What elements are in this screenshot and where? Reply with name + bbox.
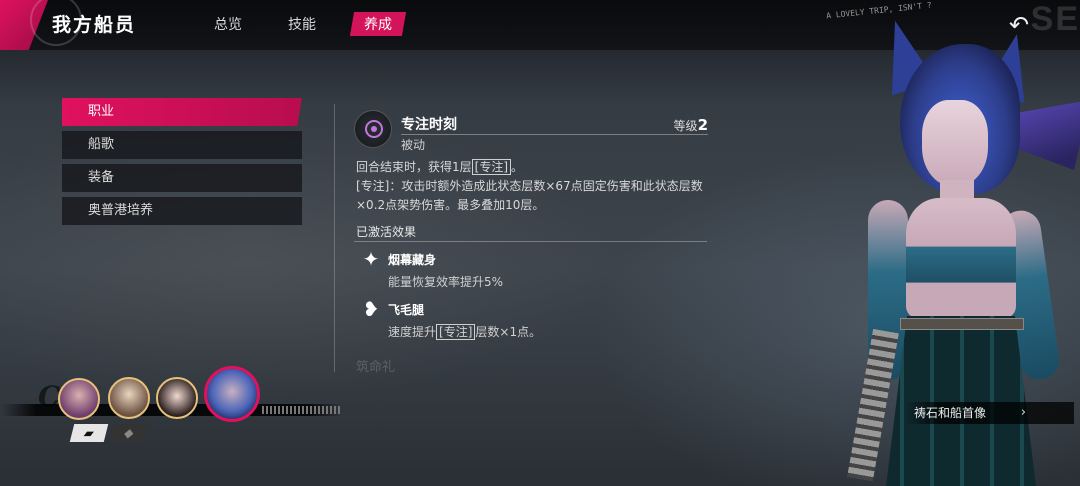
hair-wing-decoration — [1010, 100, 1080, 170]
effect-desc-text: 层数×1点。 — [475, 325, 542, 339]
keyword-tag[interactable]: [专注] — [471, 159, 512, 175]
beast-icon[interactable]: ◆ — [109, 424, 149, 442]
character-avatar-2[interactable] — [108, 377, 150, 419]
active-effects-title: 已激活效果 — [356, 225, 417, 239]
character-face — [922, 100, 988, 186]
character-selector: Co ▰ ◆ — [0, 364, 360, 444]
pirate-hat-icon[interactable]: ▰ — [69, 424, 109, 442]
character-avatar-3[interactable] — [156, 377, 198, 419]
keyword-tag[interactable]: [专注] — [436, 324, 476, 340]
chevron-right-icon: › — [1020, 405, 1026, 420]
skill-type: 被动 — [401, 138, 426, 152]
effect-desc: 速度提升 [专注] 层数×1点。 — [388, 323, 541, 340]
tab-overview[interactable]: 总览 — [214, 14, 242, 34]
character-avatar-selected[interactable] — [204, 366, 260, 422]
effect-desc: 能量恢复效率提升5% — [388, 275, 504, 289]
skill-description: 回合结束时，获得1层 [专注]。 [专注]：攻击时额外造成此状态层数×67点固定伤… — [356, 158, 716, 215]
character-avatar-1[interactable] — [58, 378, 100, 420]
tab-develop[interactable]: 养成 — [349, 12, 407, 36]
menu-item-equipment[interactable]: 装备 — [62, 164, 302, 192]
vertical-divider — [334, 104, 335, 372]
skill-name: 专注时刻 — [401, 117, 457, 133]
character-torso — [906, 198, 1016, 318]
skill-desc-text: 。 — [511, 160, 524, 174]
target-icon — [354, 110, 392, 148]
menu-item-shanty[interactable]: 船歌 — [62, 131, 302, 159]
skill-desc-line-2: [专注]：攻击时额外造成此状态层数×67点固定伤害和此状态层数×0.2点架势伤害… — [356, 179, 703, 212]
page-title: 我方船员 — [52, 14, 137, 36]
winged-heart-icon: ❥ — [362, 297, 380, 321]
skill-level-value: 2 — [697, 116, 708, 134]
skill-name-underline — [401, 134, 708, 135]
skill-level-label: 等级 — [673, 119, 698, 133]
faded-section-title: 筑命礼 — [356, 360, 396, 375]
active-effects-divider — [354, 241, 707, 242]
effect-desc-text: 速度提升 — [388, 325, 437, 339]
menu-item-class[interactable]: 职业 — [62, 98, 302, 126]
tab-develop-label: 养成 — [364, 17, 392, 33]
skill-desc-line-1: 回合结束时，获得1层 [专注]。 — [356, 158, 716, 177]
deco-caption: A LOVELY TRIP, ISN'T ? — [825, 0, 933, 21]
character-belt — [900, 318, 1024, 330]
figurehead-button-label: 祷石和船首像 — [914, 406, 987, 420]
sparkle-icon: ✦ — [362, 247, 380, 271]
character-skirt — [886, 316, 1036, 486]
effect-name: 烟幕藏身 — [388, 253, 437, 267]
figurehead-button[interactable]: 祷石和船首像 › — [904, 402, 1074, 424]
effect-name: 飞毛腿 — [388, 303, 425, 317]
skill-level: 等级2 — [674, 116, 708, 134]
tab-skills[interactable]: 技能 — [288, 14, 316, 34]
side-menu: 职业 船歌 装备 奥普港培养 — [62, 98, 302, 230]
skill-desc-text: 回合结束时，获得1层 — [356, 160, 472, 174]
menu-item-opport-training[interactable]: 奥普港培养 — [62, 197, 302, 225]
